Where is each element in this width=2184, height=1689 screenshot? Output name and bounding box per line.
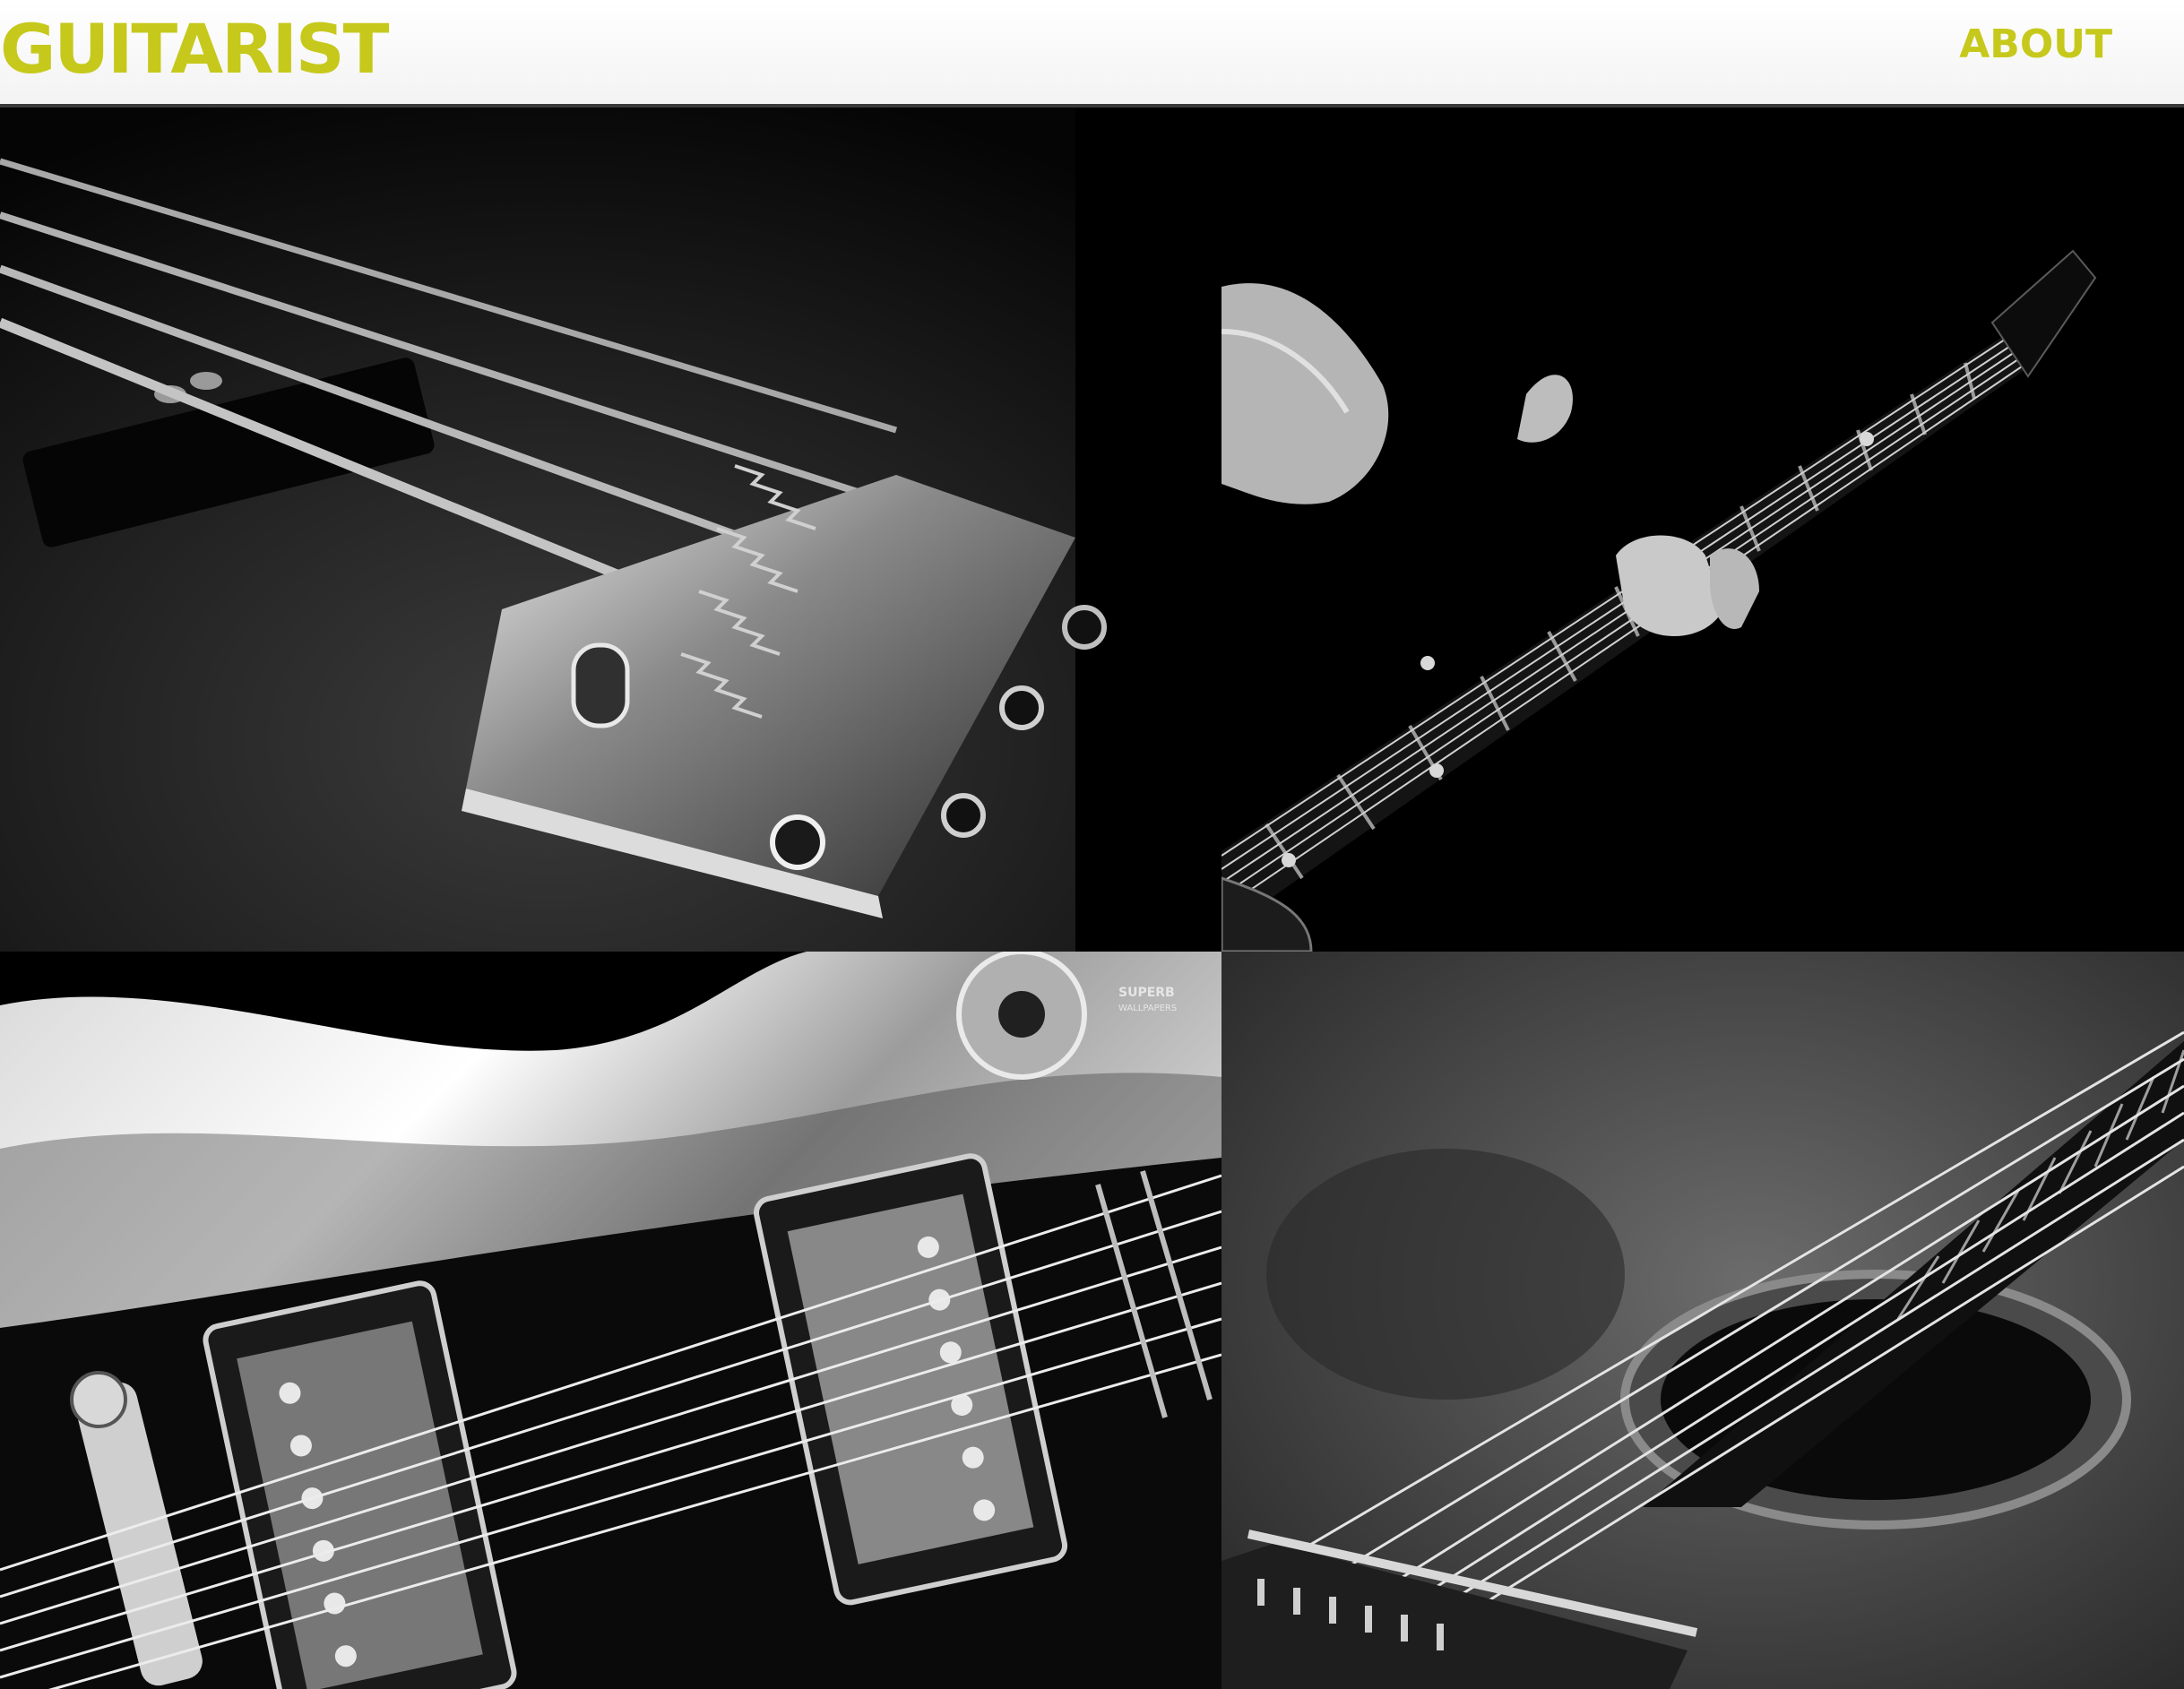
watermark-line1: SUPERB [1118, 986, 1175, 1000]
bass-bridge-photo [0, 108, 1221, 952]
gallery-tile-bass-bridge[interactable] [0, 108, 1221, 952]
electric-guitar-pickups-photo: SUPERB WALLPAPERS [0, 952, 1221, 1689]
gallery-tile-pickups[interactable]: SUPERB WALLPAPERS [0, 952, 1221, 1689]
gallery-tile-acoustic[interactable] [1221, 952, 2184, 1689]
guitarist-fretting-hand-photo [1221, 108, 2184, 952]
gallery-tile-fretting-hand[interactable] [1221, 108, 2184, 952]
photo-gallery: SUPERB WALLPAPERS [0, 108, 2184, 1689]
site-logo[interactable]: GUITARIST [0, 9, 390, 90]
acoustic-guitar-soundhole-photo [1221, 952, 2184, 1689]
nav-about-link[interactable]: ABOUT [1959, 20, 2112, 70]
site-header: GUITARIST ABOUT [0, 0, 2184, 108]
watermark-line2: WALLPAPERS [1118, 1004, 1177, 1013]
